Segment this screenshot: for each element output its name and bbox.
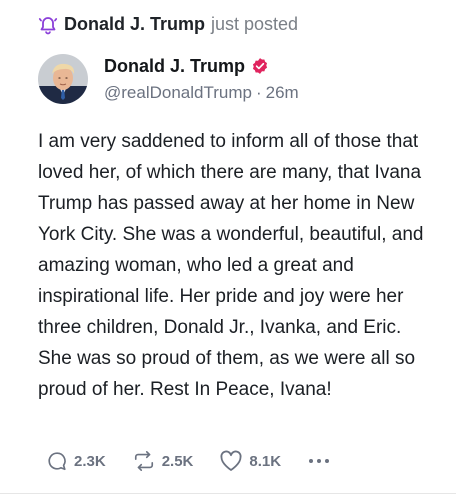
more-options-icon[interactable] [307, 459, 330, 463]
handle[interactable]: @realDonaldTrump [104, 83, 252, 102]
post-header: Donald J. Trump @realDonaldTrump · 26m [38, 54, 299, 104]
reply-count: 2.3K [74, 452, 106, 470]
avatar[interactable] [38, 54, 88, 104]
action-bar: 2.3K 2.5K 8.1K [46, 450, 330, 472]
reply-icon [46, 450, 68, 472]
like-button[interactable]: 8.1K [219, 450, 281, 472]
divider [0, 493, 456, 494]
meta-separator: · [255, 82, 262, 102]
notice-verb: just posted [211, 14, 299, 34]
bell-icon [38, 15, 58, 35]
repost-button[interactable]: 2.5K [132, 450, 194, 472]
heart-icon [219, 450, 243, 472]
verified-badge-icon [251, 57, 269, 75]
post-age[interactable]: 26m [266, 83, 299, 102]
author-info: Donald J. Trump @realDonaldTrump · 26m [104, 54, 299, 104]
repost-icon [132, 450, 156, 472]
reply-button[interactable]: 2.3K [46, 450, 106, 472]
post-notice: Donald J. Trump just posted [38, 14, 298, 35]
like-count: 8.1K [249, 452, 282, 470]
notice-author[interactable]: Donald J. Trump [64, 14, 205, 35]
post-card: Donald J. Trump just posted Donald J. Tr… [0, 0, 456, 500]
handle-row: @realDonaldTrump · 26m [104, 83, 299, 103]
display-name[interactable]: Donald J. Trump [104, 56, 245, 77]
repost-count: 2.5K [161, 452, 194, 470]
display-name-row: Donald J. Trump [104, 56, 299, 77]
post-text: I am very saddened to inform all of thos… [38, 131, 424, 400]
